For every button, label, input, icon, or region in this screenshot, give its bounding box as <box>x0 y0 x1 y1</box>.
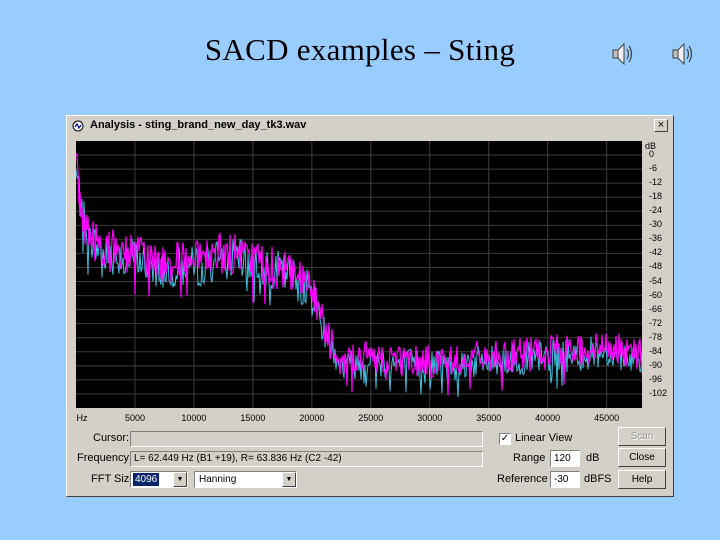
linear-view-label: Linear View <box>515 432 573 444</box>
y-tick-label: -84 <box>649 345 663 356</box>
frequency-readout: L= 62.449 Hz (B1 +19), R= 63.836 Hz (C2 … <box>130 451 483 467</box>
y-tick-label: -72 <box>649 317 663 328</box>
window-title: Analysis - sting_brand_new_day_tk3.wav <box>90 119 307 131</box>
y-tick-label: -102 <box>649 387 668 398</box>
y-tick-label: -90 <box>649 359 663 370</box>
y-tick-label: -96 <box>649 373 663 384</box>
reference-label: Reference <box>497 473 548 485</box>
chevron-down-icon[interactable]: ▼ <box>282 472 296 487</box>
fft-size-select[interactable]: 4096 ▼ <box>130 471 188 488</box>
spectrum-chart <box>75 141 643 408</box>
y-tick-label: -36 <box>649 233 663 244</box>
x-tick-label: 15000 <box>240 413 266 423</box>
help-button[interactable]: Help <box>618 470 666 489</box>
spectrum-plot <box>75 141 643 408</box>
y-tick-label: -30 <box>649 219 663 230</box>
reference-input[interactable]: -30 <box>550 471 580 488</box>
x-tick-label: 10000 <box>181 413 207 423</box>
window-titlebar[interactable]: Analysis - sting_brand_new_day_tk3.wav × <box>68 117 672 135</box>
x-tick-label: Hz <box>76 413 88 423</box>
y-tick-label: -6 <box>649 163 658 174</box>
fft-size-value: 4096 <box>133 473 160 486</box>
reference-unit: dBFS <box>584 473 612 485</box>
x-tick-label: 5000 <box>124 413 145 423</box>
app-icon <box>72 120 84 132</box>
y-tick-label: -78 <box>649 331 663 342</box>
close-icon[interactable]: × <box>654 119 668 132</box>
linear-view-checkbox[interactable]: ✓ <box>499 433 511 445</box>
x-tick-label: 25000 <box>358 413 384 423</box>
window-function-value: Hanning <box>199 474 237 485</box>
analysis-window: Analysis - sting_brand_new_day_tk3.wav ×… <box>66 115 674 497</box>
x-tick-label: 40000 <box>535 413 561 423</box>
range-input[interactable]: 120 <box>550 450 580 467</box>
cursor-label: Cursor: <box>93 432 130 444</box>
scan-button[interactable]: Scan <box>618 427 666 446</box>
cursor-readout <box>130 431 483 447</box>
y-tick-label: -60 <box>649 289 663 300</box>
slide-title-text: SACD examples – Sting <box>204 32 516 67</box>
spectrum-series-line <box>75 169 643 398</box>
y-tick-label: -42 <box>649 247 663 258</box>
y-tick-label: 0 <box>649 149 655 160</box>
speaker-icon[interactable] <box>608 40 636 68</box>
y-tick-label: -54 <box>649 275 663 286</box>
speaker-icon[interactable] <box>668 40 696 68</box>
y-tick-label: -48 <box>649 261 663 272</box>
y-tick-label: -66 <box>649 303 663 314</box>
close-button[interactable]: Close <box>618 448 666 467</box>
y-tick-label: -24 <box>649 205 663 216</box>
frequency-label: Frequency: <box>77 452 133 464</box>
x-tick-label: 35000 <box>476 413 502 423</box>
x-tick-label: 45000 <box>594 413 620 423</box>
x-tick-label: 30000 <box>417 413 443 423</box>
chevron-down-icon[interactable]: ▼ <box>173 472 187 487</box>
window-function-select[interactable]: Hanning ▼ <box>194 471 297 488</box>
y-tick-label: -12 <box>649 177 663 188</box>
range-label: Range <box>513 452 546 464</box>
x-tick-label: 20000 <box>299 413 325 423</box>
range-unit: dB <box>586 452 600 464</box>
y-tick-label: -18 <box>649 191 663 202</box>
